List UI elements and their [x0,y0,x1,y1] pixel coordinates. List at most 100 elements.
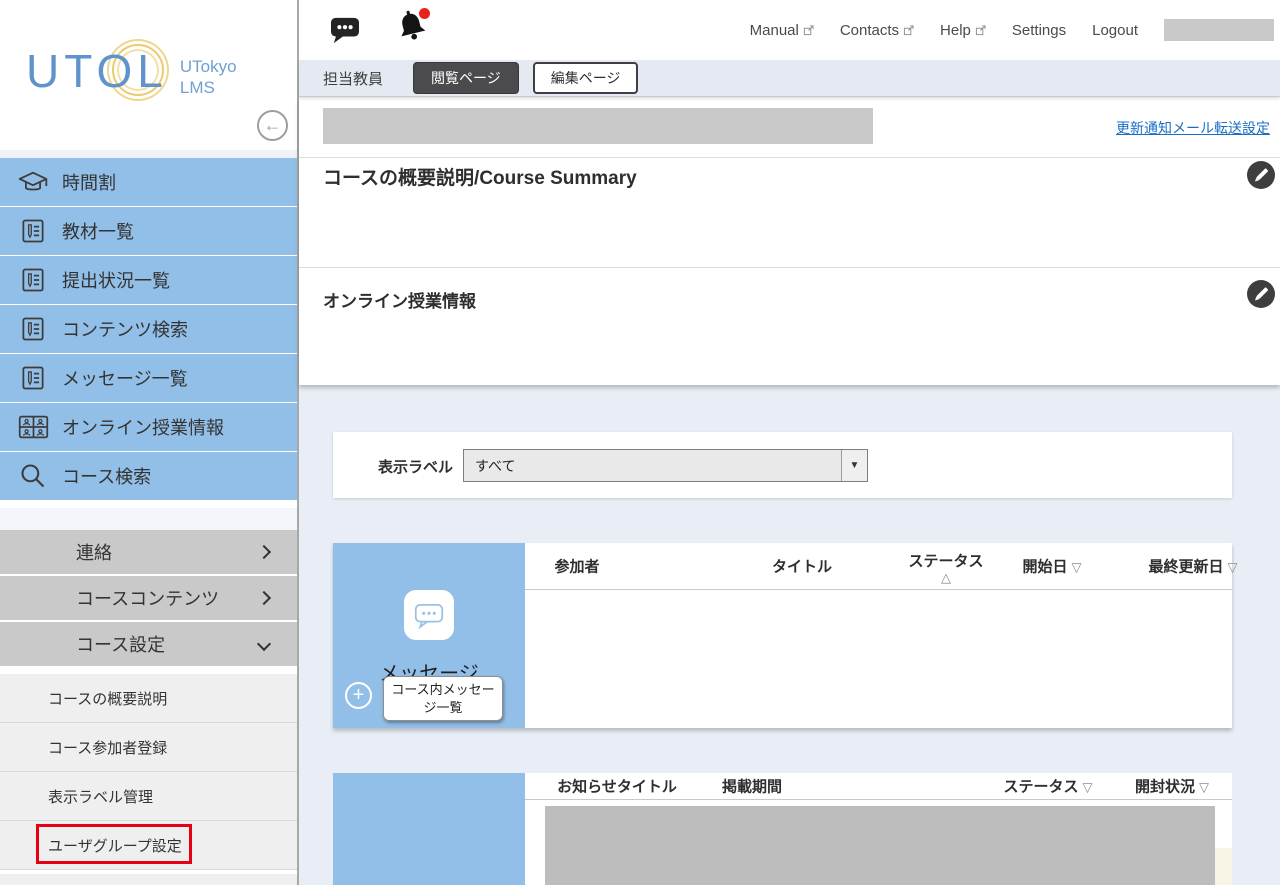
search-icon [13,462,53,490]
sidebar-group-course-contents[interactable]: コースコンテンツ [0,576,297,622]
message-section: メッセージ + コース内メッセージ一覧 参加者 タイトル ステータス △ [333,543,1232,728]
sort-desc-icon: ▽ [1228,560,1238,575]
online-class-info-heading: オンライン授業情報 [323,287,476,312]
logout-link[interactable]: Logout [1092,22,1138,39]
course-message-list-button[interactable]: コース内メッセージ一覧 [383,676,503,721]
chevron-down-icon [257,637,271,651]
redacted-user-name [1164,19,1274,41]
column-header-open-status[interactable]: 開封状況▽ [1135,776,1209,797]
sidebar-item-submissions[interactable]: 提出状況一覧 [0,256,297,305]
sidebar-sub-menu: コースの概要説明 コース参加者登録 表示ラベル管理 ユーザグループ設定 [0,674,297,870]
contacts-link[interactable]: Contacts [840,22,914,39]
graduation-cap-icon [13,169,53,196]
sidebar-item-online-class-info[interactable]: オンライン授業情報 [0,403,297,452]
page-tab-strip: 担当教員 閲覧ページ 編集ページ [299,60,1280,97]
redacted-notice-content [545,806,1215,885]
plus-icon: + [353,684,365,706]
course-header-card: 更新通知メール転送設定 コースの概要説明/Course Summary オンライ… [299,97,1280,385]
top-links: Manual Contacts Help Settings Logout [750,0,1274,60]
sidebar-main-menu: 時間割 教材一覧 提出状況一覧 [0,158,297,501]
notification-badge-dot [419,8,430,19]
display-label-select[interactable]: すべて ▼ [463,449,868,482]
sidebar-group-menu: 連絡 コースコンテンツ コース設定 [0,530,297,668]
message-table-header: 参加者 タイトル ステータス △ 開始日▽ 最終更新日▽ [525,543,1232,590]
sidebar-item-materials[interactable]: 教材一覧 [0,207,297,256]
update-notification-mail-link[interactable]: 更新通知メール転送設定 [1116,118,1270,138]
notice-panel-card[interactable] [333,773,525,885]
sidebar-divider-strip [0,150,297,158]
sidebar-group-course-settings[interactable]: コース設定 [0,622,297,668]
divider [299,157,1280,158]
course-summary-heading: コースの概要説明/Course Summary [323,163,637,190]
top-header-bar: Manual Contacts Help Settings Logout [299,0,1280,60]
external-link-icon [803,25,814,36]
chat-bubble-icon [414,602,444,629]
sort-asc-icon: △ [908,571,983,585]
video-grid-icon [13,414,53,440]
clipboard-icon [13,217,53,245]
sidebar-filler [0,874,297,885]
sidebar-divider-strip [0,508,297,530]
pencil-icon [1256,287,1268,299]
column-header-status[interactable]: ステータス △ [908,550,983,585]
clipboard-icon [13,364,53,392]
edit-course-summary-button[interactable] [1247,161,1275,189]
sidebar-subitem-course-summary[interactable]: コースの概要説明 [0,674,297,723]
sort-desc-icon: ▽ [1083,780,1093,795]
sidebar-item-timetable[interactable]: 時間割 [0,158,297,207]
chat-icon[interactable] [329,16,361,44]
notice-section: お知らせタイトル 掲載期間 ステータス▽ 開封状況▽ [333,773,1232,885]
sidebar-subitem-display-label-management[interactable]: 表示ラベル管理 [0,772,297,821]
sort-desc-icon: ▽ [1072,560,1082,575]
sort-desc-icon: ▽ [1199,780,1209,795]
utol-lms-screen: UTOL UTokyo LMS ← 時間割 [0,0,1280,885]
notification-bell-icon[interactable] [393,6,431,46]
sidebar-item-course-search[interactable]: コース検索 [0,452,297,501]
clipboard-icon [13,266,53,294]
logo-brand-text: UTOL [26,48,168,94]
sidebar-collapse-button[interactable]: ← [257,110,288,141]
sidebar-group-contact[interactable]: 連絡 [0,530,297,576]
help-link[interactable]: Help [940,22,986,39]
display-label-filter-label: 表示ラベル [378,456,453,477]
column-header-status[interactable]: ステータス▽ [1003,776,1092,797]
sidebar: UTOL UTokyo LMS ← 時間割 [0,0,299,885]
message-panel-card[interactable]: メッセージ + コース内メッセージ一覧 [333,543,525,728]
sidebar-subitem-user-group-settings[interactable]: ユーザグループ設定 [0,821,297,870]
logo-area: UTOL UTokyo LMS ← [0,0,297,150]
display-label-filter-card: 表示ラベル すべて ▼ [333,432,1232,498]
message-table: 参加者 タイトル ステータス △ 開始日▽ 最終更新日▽ [525,543,1232,728]
sidebar-item-content-search[interactable]: コンテンツ検索 [0,305,297,354]
external-link-icon [903,25,914,36]
sidebar-item-message-list[interactable]: メッセージ一覧 [0,354,297,403]
logo-subtitle: UTokyo LMS [180,56,237,99]
column-header-last-updated[interactable]: 最終更新日▽ [1148,556,1237,577]
edit-online-class-info-button[interactable] [1247,280,1275,308]
tab-view-page[interactable]: 閲覧ページ [413,62,519,94]
back-arrow-icon: ← [264,115,282,136]
chevron-right-icon [257,591,271,605]
add-message-button[interactable]: + [345,682,372,709]
chevron-right-icon [257,545,271,559]
sidebar-subitem-participant-registration[interactable]: コース参加者登録 [0,723,297,772]
message-bubble-tile [404,590,454,640]
role-label: 担当教員 [323,68,383,89]
display-label-select-value: すべて [464,450,841,481]
utol-logo: UTOL UTokyo LMS [26,48,237,99]
dropdown-arrow-icon: ▼ [841,450,867,481]
clipboard-icon [13,315,53,343]
column-header-posting-period: 掲載期間 [722,776,782,797]
divider [299,267,1280,268]
redacted-course-title [323,108,873,144]
column-header-notice-title: お知らせタイトル [557,776,677,797]
notice-table-header: お知らせタイトル 掲載期間 ステータス▽ 開封状況▽ [525,773,1232,800]
pencil-icon [1256,168,1268,180]
column-header-start-date[interactable]: 開始日▽ [1022,556,1081,577]
settings-link[interactable]: Settings [1012,22,1066,39]
main-area: Manual Contacts Help Settings Logout [299,0,1280,885]
tab-edit-page[interactable]: 編集ページ [533,62,639,94]
column-header-participants: 参加者 [554,556,599,577]
external-link-icon [975,25,986,36]
column-header-title: タイトル [772,556,832,577]
manual-link[interactable]: Manual [750,22,814,39]
